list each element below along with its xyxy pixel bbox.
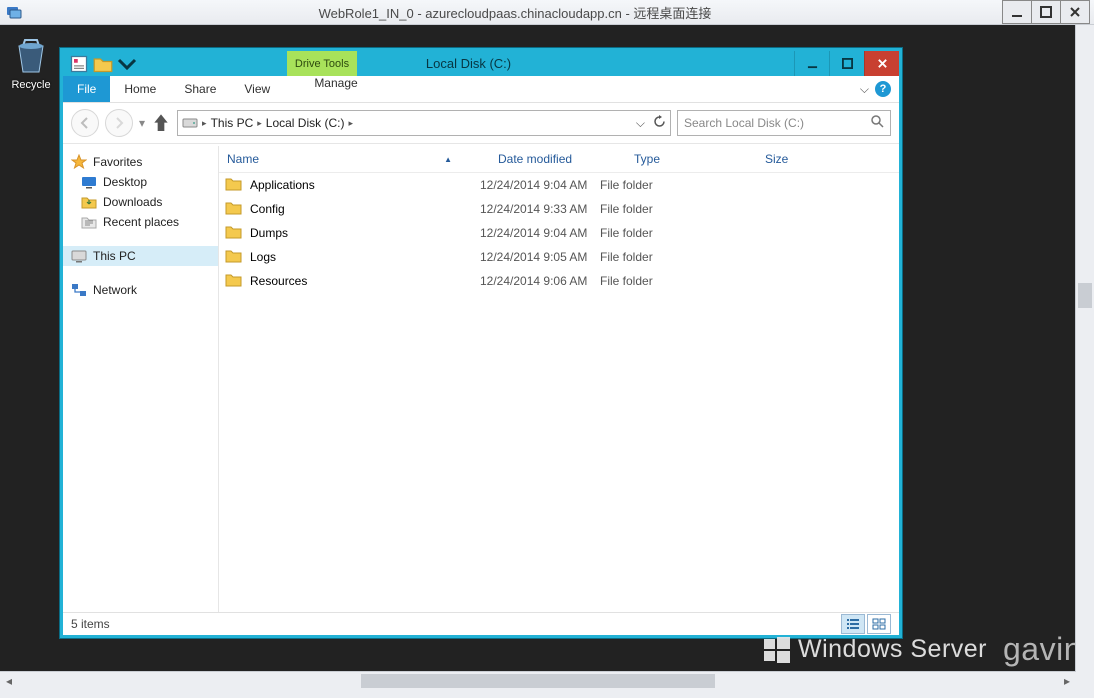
rdp-close-button[interactable] [1060,0,1090,24]
address-bar[interactable]: ▸This PC ▸Local Disk (C:) ▸ ⌵ [177,110,671,136]
address-drive-icon [182,114,198,133]
qat-caret-icon[interactable] [117,54,137,74]
recycle-bin-icon[interactable]: Recycle [8,36,54,91]
nav-history-caret-icon[interactable]: ▾ [139,116,145,130]
windows-logo-icon [764,637,790,663]
qat-properties-icon[interactable] [69,54,89,74]
file-date: 12/24/2014 9:06 AM [480,274,600,288]
file-type: File folder [600,250,715,264]
ribbon-tabs: File Home Share View Manage ⌵ ? [63,76,899,103]
file-row[interactable]: Logs 12/24/2014 9:05 AMFile folder [219,245,899,269]
crumb-thispc[interactable]: This PC [211,116,254,130]
search-icon [871,115,884,131]
nav-back-button[interactable] [71,109,99,137]
column-name[interactable]: Name▲ [219,146,490,172]
crumb-sep-icon[interactable]: ▸ [202,118,207,129]
sidebar-item-recent[interactable]: Recent places [63,212,218,232]
watermark: Windows Server gavin [764,631,1082,668]
sidebar-favorites-header[interactable]: Favorites [63,152,218,172]
remote-desktop: Recycle Drive Tools Local Disk (C:) [0,24,1094,672]
file-date: 12/24/2014 9:05 AM [480,250,600,264]
explorer-minimize-button[interactable] [794,51,829,76]
sidebar-item-thispc[interactable]: This PC [63,246,218,266]
file-type: File folder [600,202,715,216]
scrollbar-thumb[interactable] [361,674,715,688]
tab-file[interactable]: File [63,76,110,102]
rdp-title: WebRole1_IN_0 - azurecloudpaas.chinaclou… [28,3,1002,22]
explorer-window: Drive Tools Local Disk (C:) File Home Sh… [60,48,902,638]
nav-forward-button[interactable] [105,109,133,137]
host-resize-corner [1076,672,1094,690]
explorer-close-button[interactable] [864,51,899,76]
scroll-left-button[interactable]: ◂ [0,672,18,690]
tab-share[interactable]: Share [170,76,230,102]
file-name: Dumps [250,226,288,240]
sidebar-item-desktop[interactable]: Desktop [63,172,218,192]
crumb-sep-icon[interactable]: ▸ [348,118,353,129]
drive-tools-tab-header: Drive Tools [287,51,357,76]
file-type: File folder [600,274,715,288]
scrollbar-thumb[interactable] [1078,283,1092,308]
file-row[interactable]: Dumps 12/24/2014 9:04 AMFile folder [219,221,899,245]
watermark-author: gavin [1003,631,1082,668]
rdp-minimize-button[interactable] [1002,0,1032,24]
explorer-titlebar[interactable]: Drive Tools Local Disk (C:) [63,51,899,76]
explorer-title: Local Disk (C:) [143,51,794,76]
address-dropdown-caret-icon[interactable]: ⌵ [636,116,645,131]
sidebar-item-network[interactable]: Network [63,280,218,300]
scrollbar-track[interactable] [18,672,1058,690]
tab-manage[interactable]: Manage [287,76,385,90]
status-text: 5 items [71,617,110,631]
folder-icon [225,223,250,243]
file-type: File folder [600,178,715,192]
file-row[interactable]: Resources 12/24/2014 9:06 AMFile folder [219,269,899,293]
file-row[interactable]: Config 12/24/2014 9:33 AMFile folder [219,197,899,221]
file-list: Name▲ Date modified Type Size Applicatio… [219,146,899,613]
column-headers: Name▲ Date modified Type Size [219,146,899,173]
ribbon-expand-caret-icon[interactable]: ⌵ [860,82,869,97]
folder-icon [225,175,250,195]
tab-view[interactable]: View [230,76,284,102]
rdp-icon [6,4,22,20]
address-row: ▾ ▸This PC ▸Local Disk (C:) ▸ ⌵ Search L… [63,103,899,144]
folder-icon [225,247,250,267]
refresh-icon[interactable] [653,115,666,131]
file-date: 12/24/2014 9:04 AM [480,178,600,192]
folder-icon [225,271,250,291]
file-date: 12/24/2014 9:33 AM [480,202,600,216]
file-name: Applications [250,178,315,192]
tab-home[interactable]: Home [110,76,170,102]
rdp-maximize-button[interactable] [1031,0,1061,24]
qat-newfolder-icon[interactable] [93,54,113,74]
crumb-sep-icon[interactable]: ▸ [257,118,262,129]
host-horizontal-scrollbar[interactable]: ◂ ▸ [0,671,1076,690]
host-vertical-scrollbar[interactable] [1075,24,1094,672]
file-name: Config [250,202,285,216]
rdp-titlebar: WebRole1_IN_0 - azurecloudpaas.chinaclou… [0,0,1094,25]
nav-pane: Favorites Desktop Downloads Recent [63,146,219,613]
column-date[interactable]: Date modified [490,146,626,172]
crumb-drive[interactable]: Local Disk (C:) [266,116,345,130]
column-size[interactable]: Size [757,146,853,172]
explorer-maximize-button[interactable] [829,51,864,76]
help-icon[interactable]: ? [875,81,891,97]
search-input[interactable]: Search Local Disk (C:) [677,110,891,136]
folder-icon [225,199,250,219]
column-type[interactable]: Type [626,146,757,172]
search-placeholder: Search Local Disk (C:) [684,116,804,130]
file-name: Resources [250,274,307,288]
recycle-bin-label: Recycle [8,79,54,91]
file-type: File folder [600,226,715,240]
sidebar-item-downloads[interactable]: Downloads [63,192,218,212]
nav-up-button[interactable] [151,111,171,135]
file-date: 12/24/2014 9:04 AM [480,226,600,240]
sort-asc-icon: ▲ [444,155,452,164]
scroll-right-button[interactable]: ▸ [1058,672,1076,690]
file-row[interactable]: Applications 12/24/2014 9:04 AMFile folde… [219,173,899,197]
file-name: Logs [250,250,276,264]
